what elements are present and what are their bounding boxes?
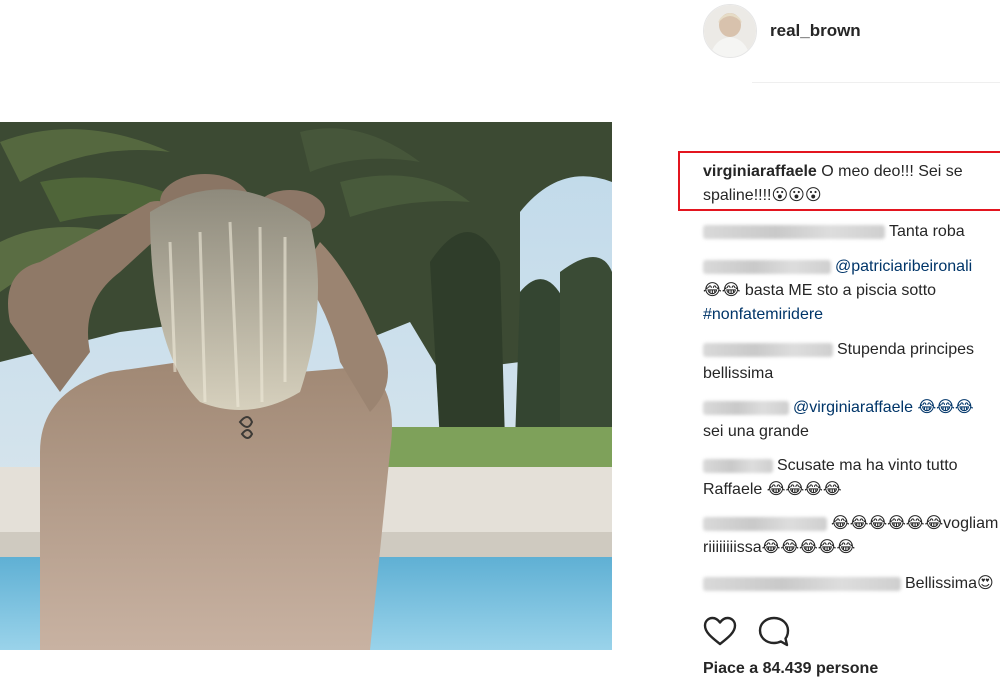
- comment-line: @virginiaraffaele 😂😂😂: [703, 396, 1000, 420]
- blurred-username[interactable]: [703, 516, 827, 531]
- comment-text: Raffaele 😂😂😂😂: [703, 481, 842, 498]
- comment-item: @virginiaraffaele 😂😂😂 sei una grande: [703, 396, 1000, 444]
- blurred-username[interactable]: [703, 400, 789, 415]
- comment-line: Tanta roba: [703, 220, 1000, 244]
- blurred-username[interactable]: [703, 458, 773, 473]
- comment-text: 😂😂 basta ME sto a piscia sotto: [703, 282, 937, 299]
- comment-line: @patriciaribeironali: [703, 255, 1000, 279]
- mention-link[interactable]: @virginiaraffaele 😂😂😂: [793, 399, 974, 416]
- author-username[interactable]: real_brown: [770, 21, 861, 41]
- avatar[interactable]: [703, 4, 757, 58]
- comment-line: 😂😂😂😂😂😂vogliam: [703, 512, 1000, 536]
- comment-bubble-icon: [758, 616, 790, 647]
- comment-line: Stupenda principes: [703, 338, 1000, 362]
- comment-text: bellissima: [703, 365, 774, 382]
- comment-text: Stupenda principes: [837, 341, 974, 358]
- hashtag-link[interactable]: #nonfatemiridere: [703, 303, 1000, 327]
- likes-count[interactable]: Piace a 84.439 persone: [703, 660, 878, 678]
- avatar-image: [704, 5, 756, 57]
- mention-link[interactable]: @patriciaribeironali: [835, 258, 972, 275]
- comment-item: Scusate ma ha vinto tutto Raffaele 😂😂😂😂: [703, 454, 1000, 502]
- photo-image: [0, 122, 612, 650]
- highlight-box: [678, 151, 1000, 211]
- comment-button[interactable]: [757, 615, 791, 649]
- post-actions: [703, 615, 1000, 649]
- comment-text: Scusate ma ha vinto tutto: [777, 457, 958, 474]
- blurred-username[interactable]: [703, 259, 831, 274]
- blurred-username[interactable]: [703, 224, 885, 239]
- blurred-username[interactable]: [703, 342, 833, 357]
- comments-list: virginiaraffaele O meo deo!!! Sei se spa…: [703, 160, 1000, 596]
- comment-item: 😂😂😂😂😂😂vogliam riiiiiiiissa😂😂😂😂😂: [703, 512, 1000, 560]
- comment-item: Tanta roba: [703, 220, 1000, 244]
- heart-icon: [703, 616, 737, 646]
- comment-text: sei una grande: [703, 423, 809, 440]
- comment-text: riiiiiiiissa😂😂😂😂😂: [703, 539, 856, 556]
- post-photo[interactable]: [0, 122, 612, 650]
- header-divider: [752, 82, 1000, 83]
- comment-line: Scusate ma ha vinto tutto: [703, 454, 1000, 478]
- comment-item: Bellissima😍: [703, 572, 1000, 596]
- comment-line: Bellissima😍: [703, 572, 1000, 596]
- post-header: real_brown: [703, 2, 1000, 82]
- blurred-username[interactable]: [703, 576, 901, 591]
- comment-text: 😂😂😂😂😂😂vogliam: [831, 515, 999, 532]
- comment-text: Bellissima😍: [905, 575, 994, 592]
- comment-text: Tanta roba: [889, 223, 965, 240]
- comment-item: Stupenda principes bellissima: [703, 338, 1000, 386]
- like-button[interactable]: [703, 615, 737, 649]
- comment-item: @patriciaribeironali 😂😂 basta ME sto a p…: [703, 255, 1000, 327]
